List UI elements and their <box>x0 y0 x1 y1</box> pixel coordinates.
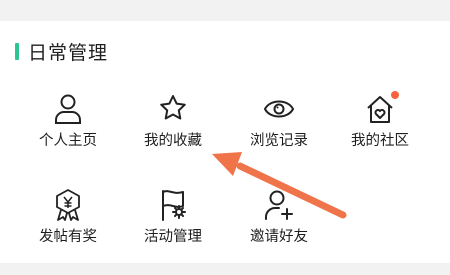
menu-item-label: 发帖有奖 <box>39 229 97 245</box>
section-header: 日常管理 <box>15 38 108 64</box>
menu-item-invite-friends[interactable]: 邀请好友 <box>229 189 329 259</box>
top-separator <box>0 0 450 21</box>
add-user-icon <box>264 189 294 221</box>
menu-item-activity-management[interactable]: 活动管理 <box>123 189 223 259</box>
menu-item-label: 我的收藏 <box>144 133 202 149</box>
notification-dot <box>391 91 399 99</box>
menu-item-label: 我的社区 <box>351 133 409 149</box>
menu-item-label: 邀请好友 <box>250 229 308 245</box>
reward-badge-icon <box>53 189 83 221</box>
activity-flag-gear-icon <box>158 189 188 221</box>
star-icon <box>158 93 188 125</box>
user-icon <box>53 93 83 125</box>
menu-item-personal-home[interactable]: 个人主页 <box>18 93 118 163</box>
menu-item-label: 浏览记录 <box>250 133 308 149</box>
eye-icon <box>263 93 295 125</box>
title-accent-bar <box>15 42 19 60</box>
menu-item-label: 活动管理 <box>144 229 202 245</box>
menu-item-my-favorites[interactable]: 我的收藏 <box>123 93 223 163</box>
community-home-icon <box>365 91 399 125</box>
menu-item-my-community[interactable]: 我的社区 <box>330 91 430 163</box>
bottom-separator <box>0 263 450 275</box>
menu-item-post-reward[interactable]: 发帖有奖 <box>18 189 118 259</box>
section-title: 日常管理 <box>28 41 109 64</box>
menu-item-label: 个人主页 <box>39 133 97 149</box>
menu-item-browse-history[interactable]: 浏览记录 <box>229 93 329 163</box>
